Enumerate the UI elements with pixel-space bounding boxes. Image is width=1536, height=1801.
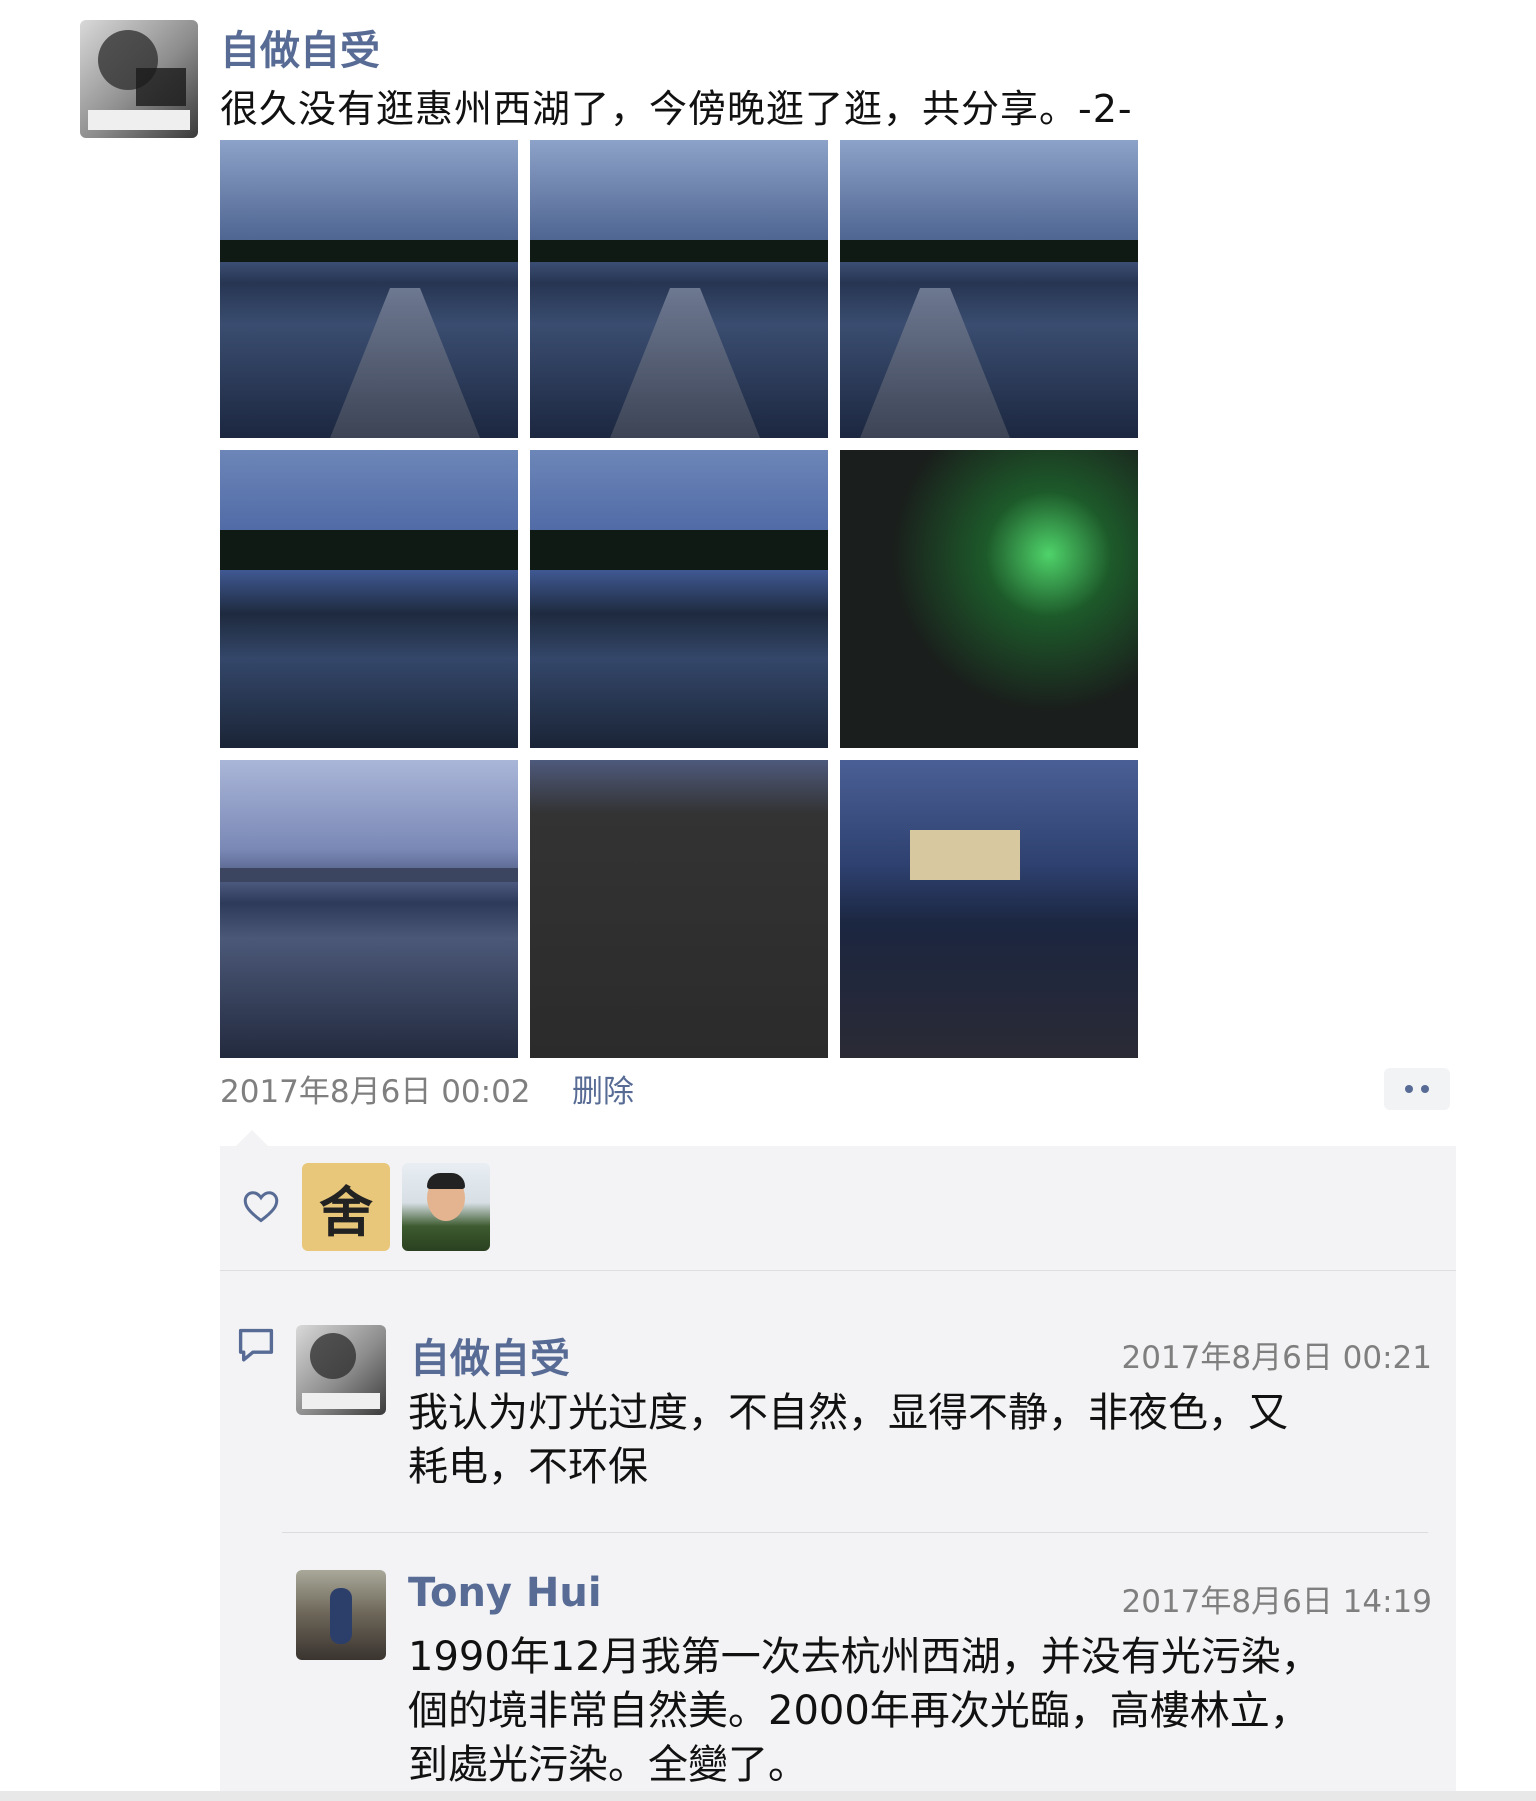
poster-avatar[interactable] xyxy=(80,20,198,138)
commenter-avatar-2[interactable] xyxy=(296,1570,386,1660)
comment-author[interactable]: Tony Hui xyxy=(408,1570,602,1616)
comment-text-line: 我认为灯光过度，不自然，显得不静，非夜色，又 xyxy=(408,1390,1288,1436)
calligraphy-glyph: 舍 xyxy=(319,1179,373,1244)
likes-divider xyxy=(220,1270,1456,1271)
avatar-figure-body xyxy=(136,68,186,106)
bridge-walkway xyxy=(330,288,480,438)
delete-link[interactable]: 删除 xyxy=(572,1066,634,1111)
bridge-walkway xyxy=(860,288,1010,438)
comment-text-line: 個的境非常自然美。2000年再次光臨，高樓林立， xyxy=(408,1688,1310,1734)
comment-icon xyxy=(238,1328,274,1362)
avatar-figure xyxy=(330,1588,352,1644)
treeline xyxy=(530,530,828,570)
poster-name[interactable]: 自做自受 xyxy=(220,18,380,76)
bottom-bar xyxy=(0,1791,1536,1801)
heart-icon xyxy=(243,1191,279,1223)
post-timestamp: 2017年8月6日 00:02 xyxy=(220,1074,531,1110)
avatar-caption-strip xyxy=(302,1393,380,1409)
liker-avatar-2[interactable] xyxy=(402,1163,490,1251)
photo-lake-pavilion[interactable] xyxy=(840,760,1138,1058)
comment-timestamp: 2017年8月6日 14:19 xyxy=(1121,1584,1432,1620)
commenter-avatar-1[interactable] xyxy=(296,1325,386,1415)
comment-timestamp: 2017年8月6日 00:21 xyxy=(1121,1340,1432,1376)
more-actions-button[interactable] xyxy=(1384,1068,1450,1110)
comment-text-line: 耗电，不环保 xyxy=(408,1444,648,1490)
liker-avatar-1[interactable]: 舍 xyxy=(302,1163,390,1251)
dot-icon xyxy=(1405,1085,1413,1093)
photo-lake-city-skyline[interactable] xyxy=(220,760,518,1058)
box-caret xyxy=(236,1130,268,1146)
pavilion xyxy=(910,830,1020,880)
post-text: 很久没有逛惠州西湖了，今傍晚逛了逛，共分享。-2- xyxy=(220,87,1133,131)
comment-text-line: 到處光污染。全變了。 xyxy=(408,1742,808,1788)
treeline xyxy=(220,530,518,570)
photo-lake-pagoda-1[interactable] xyxy=(220,450,518,748)
comment-author[interactable]: 自做自受 xyxy=(410,1326,570,1384)
treeline xyxy=(840,240,1138,262)
photo-bridge-dusk-3[interactable] xyxy=(840,140,1138,438)
avatar-figure xyxy=(310,1333,356,1379)
bridge-walkway xyxy=(610,288,760,438)
treeline xyxy=(220,240,518,262)
skyline xyxy=(220,868,518,882)
photo-stone-railing[interactable] xyxy=(530,760,828,1058)
comment-divider xyxy=(282,1532,1428,1533)
comment-text-line: 1990年12月我第一次去杭州西湖，并没有光污染， xyxy=(408,1634,1321,1680)
photo-grid xyxy=(220,140,1140,1060)
photo-bridge-dusk-1[interactable] xyxy=(220,140,518,438)
photo-lake-pagoda-2[interactable] xyxy=(530,450,828,748)
avatar-caption-strip xyxy=(88,110,190,130)
treeline xyxy=(530,240,828,262)
photo-tree-green-light[interactable] xyxy=(840,450,1138,748)
avatar-hair xyxy=(427,1173,465,1189)
dot-icon xyxy=(1421,1085,1429,1093)
photo-bridge-dusk-2[interactable] xyxy=(530,140,828,438)
